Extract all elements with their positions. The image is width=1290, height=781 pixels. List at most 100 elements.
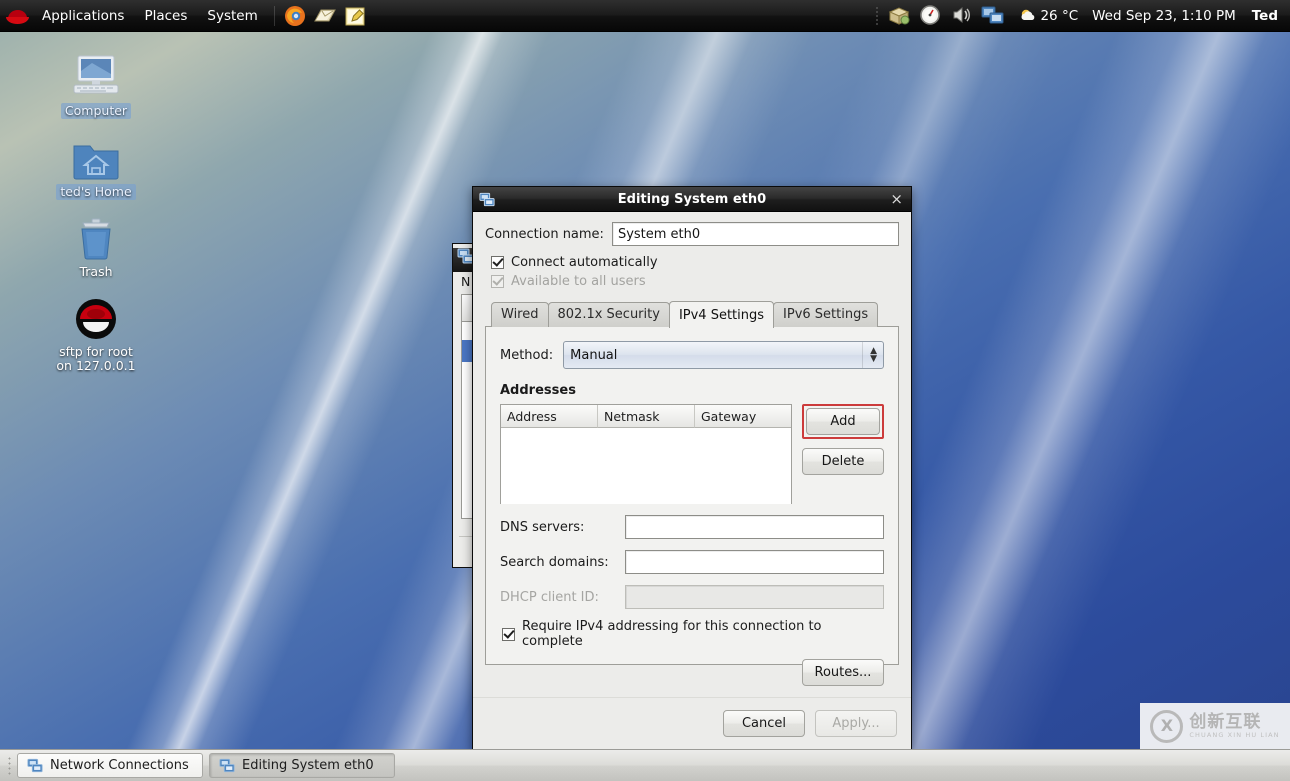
dialog-tabs: Wired 802.1x Security IPv4 Settings IPv6… [485, 301, 899, 328]
dns-servers-row: DNS servers: [500, 515, 884, 539]
desktop-icon-label: ted's Home [56, 184, 136, 200]
dialog-titlebar[interactable]: Editing System eth0 × [473, 187, 911, 212]
weather-indicator[interactable]: 26 °C [1019, 7, 1078, 25]
column-gateway[interactable]: Gateway [695, 405, 791, 428]
dialog-footer: Cancel Apply... [473, 697, 911, 749]
network-connections-icon [479, 192, 495, 207]
tray-grip[interactable] [875, 5, 880, 26]
cancel-button[interactable]: Cancel [723, 710, 805, 737]
computer-icon [48, 50, 144, 100]
search-domains-row: Search domains: [500, 550, 884, 574]
user-menu[interactable]: Ted [1252, 8, 1278, 24]
addresses-table-rows[interactable] [501, 428, 791, 504]
network-connections-icon [27, 758, 43, 773]
redhat-server-icon [48, 291, 144, 341]
top-panel: Applications Places System 26 °C Wed Sep… [0, 0, 1290, 32]
panel-separator [273, 5, 275, 26]
checkbox-icon[interactable] [491, 256, 504, 269]
redhat-logo-icon[interactable] [6, 6, 30, 26]
trash-icon [48, 211, 144, 261]
email-launcher-icon[interactable] [313, 4, 339, 28]
column-address[interactable]: Address [501, 405, 598, 428]
taskbar-editing-system-eth0[interactable]: Editing System eth0 [209, 753, 395, 778]
routes-button[interactable]: Routes... [802, 659, 884, 686]
weather-temperature: 26 °C [1040, 7, 1079, 24]
method-row: Method: Manual ▲ ▼ [500, 341, 884, 369]
clock[interactable]: Wed Sep 23, 1:10 PM [1092, 8, 1236, 24]
method-selected-value: Manual [570, 347, 618, 363]
connect-automatically-label: Connect automatically [511, 255, 658, 270]
add-button-highlight: Add [802, 404, 884, 439]
connect-automatically-checkbox[interactable]: Connect automatically [491, 255, 899, 270]
available-to-all-users-label: Available to all users [511, 274, 646, 289]
checkbox-icon [491, 275, 504, 288]
desktop-icon-label: Computer [60, 103, 132, 119]
delete-button[interactable]: Delete [802, 448, 884, 475]
system-menu[interactable]: System [198, 5, 266, 27]
desktop-icon-home[interactable]: ted's Home [48, 131, 144, 200]
firefox-launcher-icon[interactable] [283, 4, 309, 28]
watermark: 创新互联 CHUANG XIN HU LIAN [1140, 703, 1290, 749]
dns-servers-input[interactable] [625, 515, 884, 539]
connection-name-input[interactable] [611, 222, 899, 246]
watermark-text: 创新互联 CHUANG XIN HU LIAN [1189, 711, 1280, 739]
desktop-icon-sftp[interactable]: sftp for root on 127.0.0.1 [48, 291, 144, 374]
desktop-icon-computer[interactable]: Computer [48, 50, 144, 119]
home-folder-icon [48, 131, 144, 181]
column-netmask[interactable]: Netmask [598, 405, 695, 428]
editing-system-eth0-dialog[interactable]: Editing System eth0 × Connection name: C… [472, 186, 912, 750]
search-domains-input[interactable] [625, 550, 884, 574]
available-to-all-users-checkbox: Available to all users [491, 274, 899, 289]
dhcp-client-id-label: DHCP client ID: [500, 589, 599, 605]
dialog-body: Connection name: Connect automatically A… [473, 212, 911, 686]
watermark-chinese: 创新互联 [1189, 711, 1262, 732]
dns-servers-label: DNS servers: [500, 519, 585, 535]
taskbar-item-label: Editing System eth0 [242, 758, 374, 773]
watermark-pinyin: CHUANG XIN HU LIAN [1189, 730, 1280, 739]
add-button[interactable]: Add [806, 408, 880, 435]
tab-8021x-security[interactable]: 802.1x Security [547, 302, 670, 327]
desktop-icon-label: sftp for root on 127.0.0.1 [56, 344, 136, 373]
require-ipv4-label: Require IPv4 addressing for this connect… [522, 619, 822, 649]
require-ipv4-checkbox[interactable]: Require IPv4 addressing for this connect… [502, 619, 884, 649]
network-connections-visible-text: N [461, 274, 471, 289]
close-icon[interactable]: × [890, 192, 903, 207]
package-update-icon[interactable] [887, 4, 914, 28]
connection-name-label: Connection name: [485, 226, 604, 242]
volume-icon[interactable] [949, 4, 976, 28]
taskbar-item-label: Network Connections [50, 758, 189, 773]
taskbar: Network Connections Editing System eth0 [0, 749, 1290, 781]
addresses-table-header: Address Netmask Gateway [501, 405, 791, 428]
desktop-icon-label: Trash [79, 264, 113, 279]
tab-wired[interactable]: Wired [491, 302, 549, 327]
addresses-table[interactable]: Address Netmask Gateway [500, 404, 792, 504]
system-monitor-icon[interactable] [918, 4, 945, 28]
method-dropdown[interactable]: Manual ▲ ▼ [563, 341, 884, 369]
desktop-icon-trash[interactable]: Trash [48, 211, 144, 280]
dhcp-client-id-input [625, 585, 884, 609]
dialog-title: Editing System eth0 [617, 191, 767, 207]
connection-name-row: Connection name: [485, 222, 899, 246]
text-editor-launcher-icon[interactable] [343, 4, 369, 28]
dhcp-client-id-row: DHCP client ID: [500, 585, 884, 609]
partly-cloudy-icon [1021, 9, 1035, 20]
network-connections-icon [219, 758, 235, 773]
routes-row: Routes... [500, 659, 884, 686]
chevron-updown-icon: ▲ ▼ [862, 342, 877, 368]
applications-menu[interactable]: Applications [33, 5, 133, 27]
tab-ipv6-settings[interactable]: IPv6 Settings [773, 302, 879, 327]
taskbar-network-connections[interactable]: Network Connections [17, 753, 203, 778]
method-label: Method: [500, 347, 554, 363]
addresses-buttons: Add Delete [802, 404, 884, 475]
watermark-logo-icon [1150, 709, 1184, 743]
tab-ipv4-settings[interactable]: IPv4 Settings [668, 301, 775, 328]
search-domains-label: Search domains: [500, 554, 609, 570]
apply-button: Apply... [815, 710, 897, 737]
taskbar-grip[interactable] [7, 755, 12, 776]
network-icon[interactable] [980, 4, 1007, 28]
places-menu[interactable]: Places [135, 5, 196, 27]
system-tray: 26 °C Wed Sep 23, 1:10 PM Ted [875, 4, 1290, 28]
addresses-area: Address Netmask Gateway Add Delete [500, 404, 884, 504]
checkbox-icon[interactable] [502, 627, 515, 641]
addresses-section-title: Addresses [500, 383, 576, 398]
